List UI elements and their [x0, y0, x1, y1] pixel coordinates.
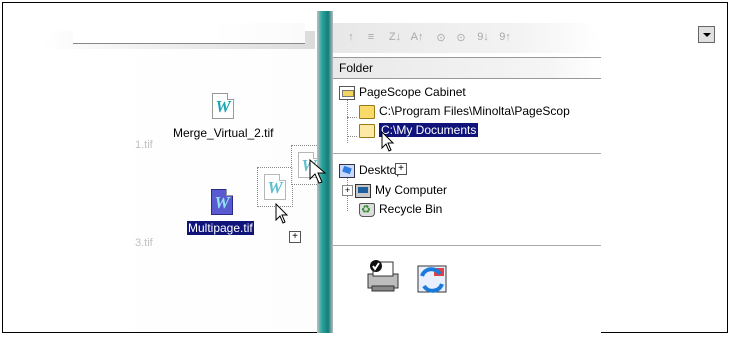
tree-node-my-documents[interactable]: C:\My Documents [359, 121, 479, 139]
expand-icon[interactable]: + [342, 185, 353, 197]
tree-node-label: My Computer [375, 183, 448, 197]
recycle-bin-icon [359, 201, 375, 219]
move-up-icon[interactable]: ↑ [343, 31, 359, 45]
document-w-icon: W [264, 174, 286, 200]
sort-ascending-icon[interactable]: Z↓ [387, 31, 403, 45]
folder-toolbar: ↑ ≡ Z↓ A↑ ⊙ ⊙ 9↓ 9↑ [333, 23, 601, 53]
file-name: Multipage.tif [186, 220, 255, 236]
desktop-tree: Desktop + My Computer Recycle Bin [333, 155, 601, 246]
print-icon [367, 260, 399, 292]
cabinet-tree: PageScope Cabinet C:\Program Files\Minol… [333, 81, 601, 154]
folder-pane: ↑ ≡ Z↓ A↑ ⊙ ⊙ 9↓ 9↑ Folder PageScope Cab… [333, 11, 601, 333]
tree-node-desktop[interactable]: Desktop [339, 161, 403, 179]
sort-descending-icon[interactable]: A↑ [409, 31, 425, 45]
sort-numeric-desc-icon[interactable]: 9↑ [497, 31, 513, 45]
combo-dropdown-button[interactable] [698, 26, 715, 43]
tree-node-label: PageScope Cabinet [359, 85, 466, 99]
copy-plus-icon: + [395, 163, 407, 175]
file-item-selected[interactable]: W Multipage.tif [186, 189, 255, 236]
list-view-icon[interactable]: ≡ [363, 31, 379, 45]
folder-icon [359, 104, 375, 119]
partial-file-name: 3.tif [135, 237, 153, 249]
partial-file-name: 1.tif [135, 139, 153, 151]
tree-node-label: C:\Program Files\Minolta\PageScop [379, 104, 570, 118]
sort-numeric-icon[interactable]: 9↓ [475, 31, 491, 45]
tree-node-my-computer[interactable]: + My Computer [342, 181, 447, 199]
desktop-icon [339, 163, 355, 178]
tree-line [347, 117, 357, 118]
folder-combo[interactable] [73, 23, 305, 44]
copy-plus-icon: + [289, 231, 301, 243]
document-w-icon: W [211, 189, 233, 215]
zoom-icon[interactable]: ⊙ [433, 31, 449, 45]
tree-node-label: Recycle Bin [379, 202, 443, 216]
computer-icon [355, 183, 371, 198]
cabinet-icon [339, 85, 355, 100]
print-button[interactable] [363, 255, 405, 297]
drag-ghost: W [257, 167, 293, 207]
folder-open-icon [359, 123, 375, 138]
rotate-icon[interactable]: ⊙ [453, 31, 469, 45]
tree-node-recycle-bin[interactable]: Recycle Bin [359, 200, 443, 219]
file-name: Merge_Virtual_2.tif [173, 126, 274, 140]
tree-node-program-files[interactable]: C:\Program Files\Minolta\PageScop [359, 102, 570, 120]
screenshot-frame: W Merge_Virtual_2.tif 1.tif W Multipage.… [2, 2, 728, 333]
tree-node-cabinet[interactable]: PageScope Cabinet [339, 83, 466, 101]
folder-header: Folder [333, 57, 601, 79]
document-w-icon: W [212, 93, 234, 119]
file-item[interactable]: W Merge_Virtual_2.tif [167, 93, 274, 140]
send-icon [417, 265, 447, 293]
tree-line [347, 136, 357, 137]
send-button[interactable] [411, 259, 453, 301]
